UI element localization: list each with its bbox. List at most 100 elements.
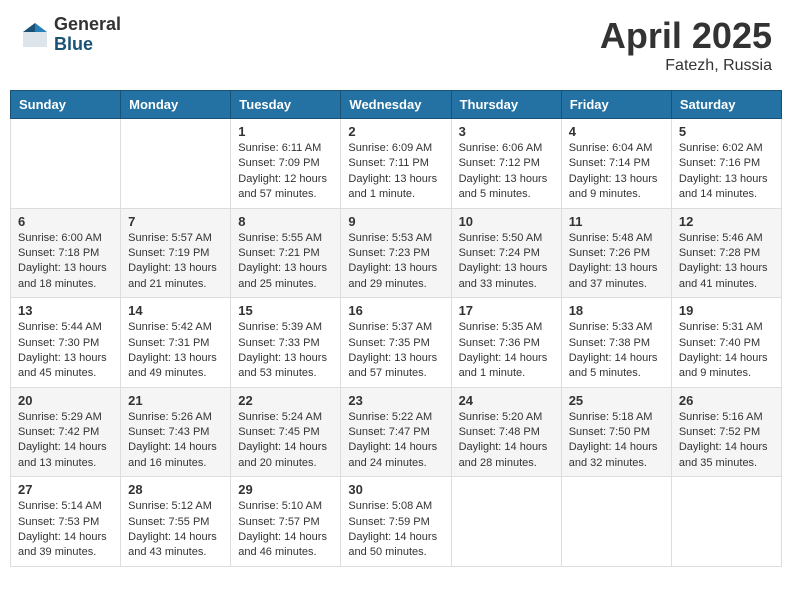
day-number: 5 <box>679 124 774 139</box>
calendar-header-saturday: Saturday <box>671 91 781 119</box>
day-number: 16 <box>348 303 443 318</box>
day-info: Sunrise: 5:37 AM Sunset: 7:35 PM Dayligh… <box>348 320 443 382</box>
day-info: Sunrise: 5:16 AM Sunset: 7:52 PM Dayligh… <box>679 410 774 472</box>
day-info: Sunrise: 5:29 AM Sunset: 7:42 PM Dayligh… <box>18 410 113 472</box>
day-info: Sunrise: 5:42 AM Sunset: 7:31 PM Dayligh… <box>128 320 223 382</box>
calendar-cell: 7 Sunrise: 5:57 AM Sunset: 7:19 PM Daylig… <box>121 208 231 298</box>
logo-text: General Blue <box>54 15 121 55</box>
day-info: Sunrise: 5:48 AM Sunset: 7:26 PM Dayligh… <box>569 231 664 293</box>
calendar-cell: 10Sunrise: 5:50 AM Sunset: 7:24 PM Dayli… <box>451 208 561 298</box>
day-info: Sunrise: 5:50 AM Sunset: 7:24 PM Dayligh… <box>459 231 554 293</box>
day-info: Sunrise: 6:02 AM Sunset: 7:16 PM Dayligh… <box>679 141 774 203</box>
day-number: 13 <box>18 303 113 318</box>
day-info: Sunrise: 6:06 AM Sunset: 7:12 PM Dayligh… <box>459 141 554 203</box>
day-number: 11 <box>569 214 664 229</box>
calendar-cell <box>671 477 781 567</box>
calendar-cell: 17Sunrise: 5:35 AM Sunset: 7:36 PM Dayli… <box>451 298 561 388</box>
day-number: 21 <box>128 393 223 408</box>
day-info: Sunrise: 5:22 AM Sunset: 7:47 PM Dayligh… <box>348 410 443 472</box>
day-number: 14 <box>128 303 223 318</box>
day-number: 15 <box>238 303 333 318</box>
calendar-cell: 24 Sunrise: 5:20 AM Sunset: 7:48 PM Dayli… <box>451 387 561 477</box>
calendar-week-row: 27 Sunrise: 5:14 AM Sunset: 7:53 PM Dayli… <box>11 477 782 567</box>
day-info: Sunrise: 5:31 AM Sunset: 7:40 PM Dayligh… <box>679 320 774 382</box>
calendar-cell <box>561 477 671 567</box>
calendar-table: SundayMondayTuesdayWednesdayThursdayFrid… <box>10 90 782 567</box>
calendar-cell: 9Sunrise: 5:53 AM Sunset: 7:23 PM Daylig… <box>341 208 451 298</box>
logo-icon <box>20 20 50 50</box>
month-title: April 2025 <box>600 15 772 57</box>
day-number: 18 <box>569 303 664 318</box>
calendar-cell: 29Sunrise: 5:10 AM Sunset: 7:57 PM Dayli… <box>231 477 341 567</box>
calendar-cell: 27 Sunrise: 5:14 AM Sunset: 7:53 PM Dayli… <box>11 477 121 567</box>
calendar-cell: 11 Sunrise: 5:48 AM Sunset: 7:26 PM Dayli… <box>561 208 671 298</box>
calendar-cell: 2 Sunrise: 6:09 AM Sunset: 7:11 PM Daylig… <box>341 119 451 209</box>
day-number: 27 <box>18 482 113 497</box>
calendar-header-tuesday: Tuesday <box>231 91 341 119</box>
calendar-cell: 21Sunrise: 5:26 AM Sunset: 7:43 PM Dayli… <box>121 387 231 477</box>
day-number: 30 <box>348 482 443 497</box>
logo-general: General <box>54 15 121 35</box>
day-info: Sunrise: 5:14 AM Sunset: 7:53 PM Dayligh… <box>18 499 113 561</box>
day-number: 23 <box>348 393 443 408</box>
day-info: Sunrise: 5:18 AM Sunset: 7:50 PM Dayligh… <box>569 410 664 472</box>
calendar-cell: 4 Sunrise: 6:04 AM Sunset: 7:14 PM Daylig… <box>561 119 671 209</box>
calendar-cell: 18Sunrise: 5:33 AM Sunset: 7:38 PM Dayli… <box>561 298 671 388</box>
day-number: 8 <box>238 214 333 229</box>
day-info: Sunrise: 6:00 AM Sunset: 7:18 PM Dayligh… <box>18 231 113 293</box>
day-number: 3 <box>459 124 554 139</box>
calendar-cell: 6 Sunrise: 6:00 AM Sunset: 7:18 PM Daylig… <box>11 208 121 298</box>
calendar-cell: 28Sunrise: 5:12 AM Sunset: 7:55 PM Dayli… <box>121 477 231 567</box>
day-number: 17 <box>459 303 554 318</box>
calendar-cell: 14 Sunrise: 5:42 AM Sunset: 7:31 PM Dayli… <box>121 298 231 388</box>
calendar-cell: 23 Sunrise: 5:22 AM Sunset: 7:47 PM Dayli… <box>341 387 451 477</box>
calendar-cell: 19 Sunrise: 5:31 AM Sunset: 7:40 PM Dayli… <box>671 298 781 388</box>
calendar-header-sunday: Sunday <box>11 91 121 119</box>
calendar-header-monday: Monday <box>121 91 231 119</box>
day-number: 19 <box>679 303 774 318</box>
calendar-cell <box>451 477 561 567</box>
calendar-header-wednesday: Wednesday <box>341 91 451 119</box>
day-info: Sunrise: 5:20 AM Sunset: 7:48 PM Dayligh… <box>459 410 554 472</box>
day-number: 24 <box>459 393 554 408</box>
calendar-cell: 26 Sunrise: 5:16 AM Sunset: 7:52 PM Dayli… <box>671 387 781 477</box>
logo-blue: Blue <box>54 35 121 55</box>
day-info: Sunrise: 6:09 AM Sunset: 7:11 PM Dayligh… <box>348 141 443 203</box>
day-info: Sunrise: 6:11 AM Sunset: 7:09 PM Dayligh… <box>238 141 333 203</box>
calendar-cell: 8 Sunrise: 5:55 AM Sunset: 7:21 PM Daylig… <box>231 208 341 298</box>
day-number: 6 <box>18 214 113 229</box>
calendar-header-thursday: Thursday <box>451 91 561 119</box>
calendar-cell: 16 Sunrise: 5:37 AM Sunset: 7:35 PM Dayli… <box>341 298 451 388</box>
day-number: 26 <box>679 393 774 408</box>
day-number: 22 <box>238 393 333 408</box>
location-title: Fatezh, Russia <box>600 57 772 75</box>
calendar-cell <box>121 119 231 209</box>
day-number: 7 <box>128 214 223 229</box>
calendar-cell <box>11 119 121 209</box>
day-info: Sunrise: 5:57 AM Sunset: 7:19 PM Dayligh… <box>128 231 223 293</box>
calendar-week-row: 1Sunrise: 6:11 AM Sunset: 7:09 PM Daylig… <box>11 119 782 209</box>
day-info: Sunrise: 5:39 AM Sunset: 7:33 PM Dayligh… <box>238 320 333 382</box>
day-number: 20 <box>18 393 113 408</box>
calendar-week-row: 20 Sunrise: 5:29 AM Sunset: 7:42 PM Dayli… <box>11 387 782 477</box>
day-info: Sunrise: 5:55 AM Sunset: 7:21 PM Dayligh… <box>238 231 333 293</box>
day-info: Sunrise: 5:10 AM Sunset: 7:57 PM Dayligh… <box>238 499 333 561</box>
calendar-cell: 20 Sunrise: 5:29 AM Sunset: 7:42 PM Dayli… <box>11 387 121 477</box>
day-info: Sunrise: 6:04 AM Sunset: 7:14 PM Dayligh… <box>569 141 664 203</box>
day-info: Sunrise: 5:12 AM Sunset: 7:55 PM Dayligh… <box>128 499 223 561</box>
calendar-cell: 12 Sunrise: 5:46 AM Sunset: 7:28 PM Dayli… <box>671 208 781 298</box>
day-info: Sunrise: 5:46 AM Sunset: 7:28 PM Dayligh… <box>679 231 774 293</box>
title-block: April 2025 Fatezh, Russia <box>600 15 772 75</box>
day-number: 2 <box>348 124 443 139</box>
calendar-header-friday: Friday <box>561 91 671 119</box>
calendar-cell: 1Sunrise: 6:11 AM Sunset: 7:09 PM Daylig… <box>231 119 341 209</box>
day-number: 9 <box>348 214 443 229</box>
day-number: 4 <box>569 124 664 139</box>
day-number: 25 <box>569 393 664 408</box>
day-info: Sunrise: 5:44 AM Sunset: 7:30 PM Dayligh… <box>18 320 113 382</box>
calendar-cell: 5 Sunrise: 6:02 AM Sunset: 7:16 PM Daylig… <box>671 119 781 209</box>
day-number: 12 <box>679 214 774 229</box>
day-info: Sunrise: 5:08 AM Sunset: 7:59 PM Dayligh… <box>348 499 443 561</box>
calendar-cell: 15 Sunrise: 5:39 AM Sunset: 7:33 PM Dayli… <box>231 298 341 388</box>
calendar-header-row: SundayMondayTuesdayWednesdayThursdayFrid… <box>11 91 782 119</box>
